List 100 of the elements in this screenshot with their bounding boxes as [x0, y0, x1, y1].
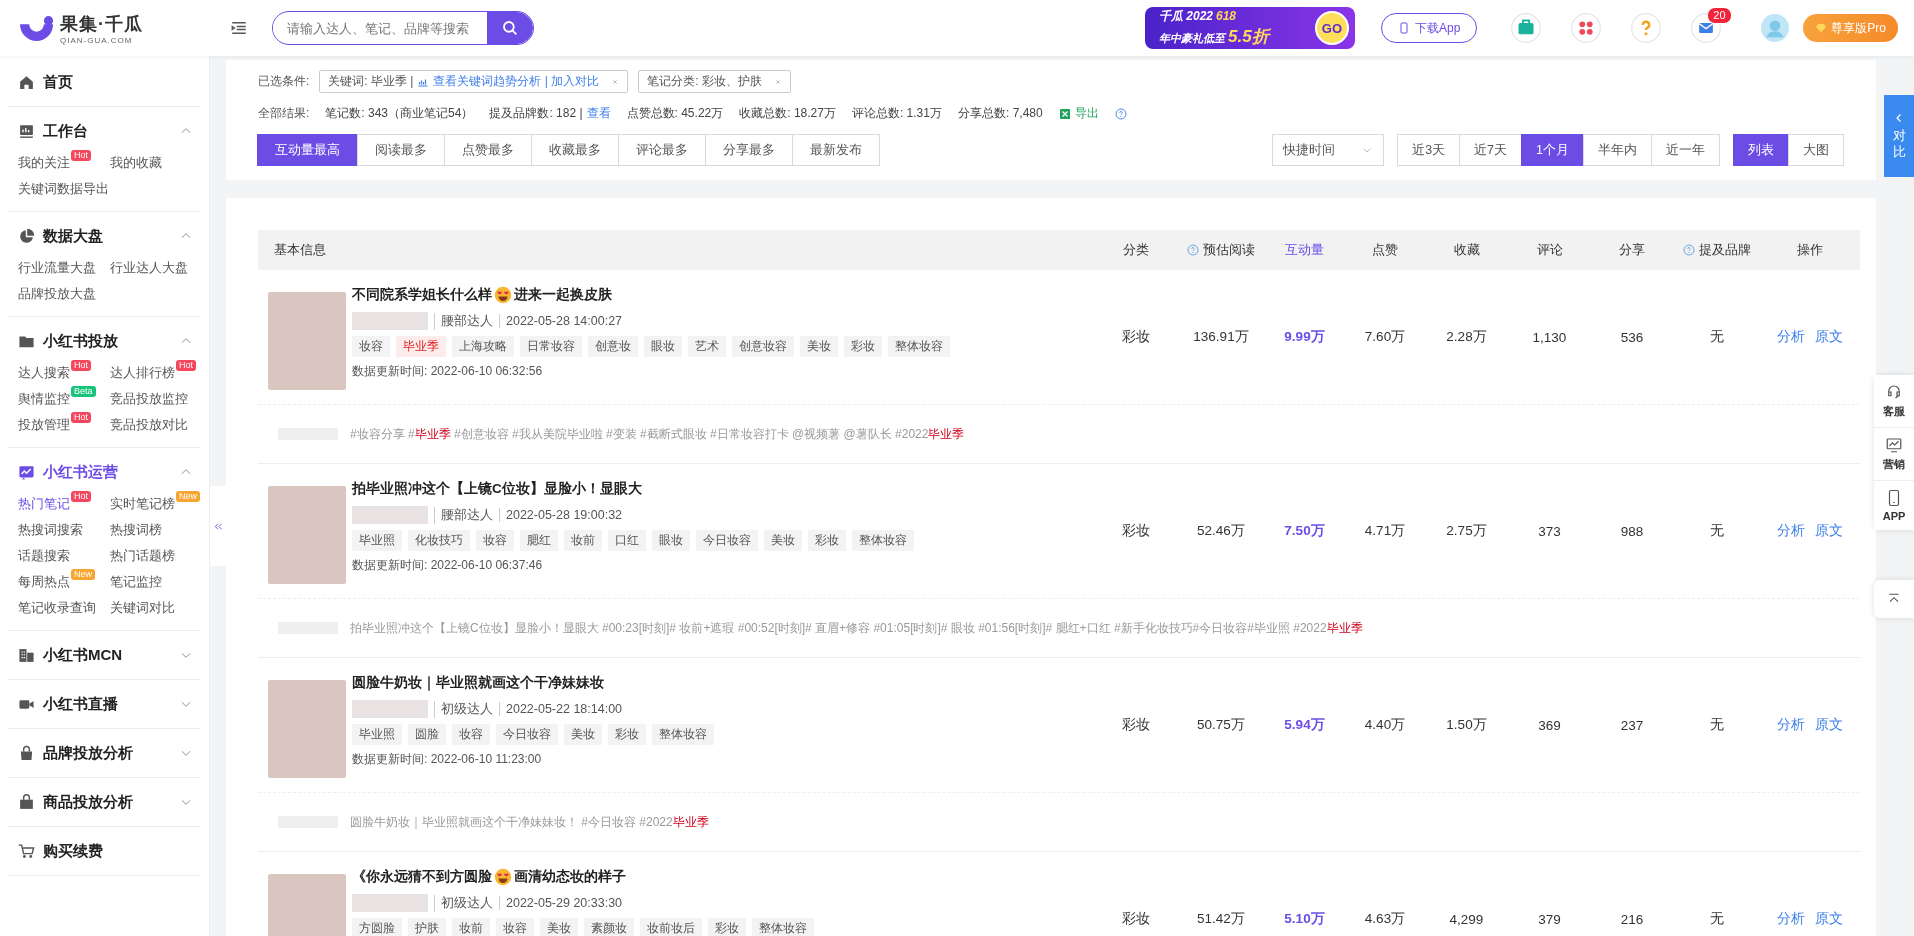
avatar-icon[interactable]: [1761, 14, 1790, 42]
briefcase-icon[interactable]: [1511, 13, 1542, 43]
sidebar-link[interactable]: 每周热点: [18, 572, 70, 592]
column-header[interactable]: 收藏: [1453, 241, 1480, 259]
table-cell-text: 536: [1619, 329, 1645, 345]
sidebar-section[interactable]: 品牌投放分析: [8, 741, 201, 765]
sidebar-section[interactable]: 商品投放分析: [8, 790, 201, 814]
sidebar-section[interactable]: 首页: [8, 70, 201, 94]
filter-tab[interactable]: 近3天: [1397, 134, 1461, 166]
column-header[interactable]: 分类: [1122, 241, 1149, 259]
action-link[interactable]: 分析: [1777, 522, 1805, 540]
column-header[interactable]: 预估阅读: [1203, 241, 1255, 259]
sidebar-link[interactable]: 竞品投放对比: [110, 415, 188, 435]
sidebar-section[interactable]: 小红书投放: [8, 329, 201, 353]
sidebar-link[interactable]: 热搜词搜索: [18, 520, 83, 540]
column-header[interactable]: 提及品牌: [1698, 241, 1751, 259]
tag-label: 妆前妆后: [640, 918, 702, 936]
close-icon[interactable]: [773, 77, 782, 86]
filter-tab[interactable]: 点赞最多: [444, 134, 532, 166]
table-cell-text: 216: [1619, 911, 1645, 927]
action-link[interactable]: 原文: [1815, 522, 1843, 540]
filter-tab[interactable]: 分享最多: [705, 134, 793, 166]
sidebar-section[interactable]: 购买续费: [8, 839, 201, 863]
promo-title: 千瓜 2022: [1158, 9, 1213, 23]
sidebar-section[interactable]: 小红书直播: [8, 692, 201, 716]
sidebar-link[interactable]: 笔记收录查询: [18, 598, 96, 618]
sidebar-link[interactable]: 舆情监控: [18, 389, 70, 409]
filter-tab[interactable]: 1个月: [1521, 134, 1584, 166]
search-button[interactable]: [487, 12, 533, 44]
column-header[interactable]: 操作: [1797, 241, 1823, 259]
table-cell-text: 4,299: [1448, 911, 1485, 927]
tag-label: 彩妆: [844, 336, 882, 357]
close-icon[interactable]: [611, 77, 620, 86]
sidebar-section[interactable]: 工作台: [8, 119, 201, 143]
download-app-button[interactable]: 下载App: [1380, 13, 1478, 43]
chip-text: 笔记分类: 彩妆、护肤: [647, 73, 762, 90]
double-chevron-left-icon: [212, 520, 224, 532]
go-button[interactable]: GO: [1314, 11, 1349, 45]
column-header[interactable]: 评论: [1536, 241, 1563, 259]
sidebar-section[interactable]: 数据大盘: [8, 224, 201, 248]
sidebar-link[interactable]: 话题搜索: [18, 546, 70, 566]
filter-tab[interactable]: 收藏最多: [531, 134, 619, 166]
menu-toggle-icon[interactable]: [230, 19, 248, 37]
note-title[interactable]: 进来一起换皮肤: [514, 286, 612, 304]
filter-tab[interactable]: 近一年: [1651, 134, 1720, 166]
side-tool-button[interactable]: 营销: [1874, 428, 1914, 481]
sidebar-link[interactable]: 行业流量大盘: [18, 258, 96, 278]
sidebar-link[interactable]: 品牌投放大盘: [18, 284, 96, 304]
filter-tab[interactable]: 互动量最高: [257, 134, 358, 166]
apps-icon[interactable]: [1571, 13, 1602, 43]
action-link[interactable]: 原文: [1815, 716, 1843, 734]
sidebar-link[interactable]: 关键词对比: [110, 598, 175, 618]
sidebar-link[interactable]: 实时笔记榜: [110, 494, 175, 514]
sidebar-link[interactable]: 达人排行榜: [110, 363, 175, 383]
sidebar-section[interactable]: 小红书运营: [8, 460, 201, 484]
filter-tab[interactable]: 评论最多: [618, 134, 706, 166]
note-title[interactable]: 不同院系学姐长什么样: [352, 286, 492, 304]
sidebar-link[interactable]: 热门话题榜: [110, 546, 175, 566]
note-title[interactable]: 《你永远猜不到方圆脸: [352, 868, 492, 886]
action-link[interactable]: 原文: [1815, 328, 1843, 346]
sidebar-link[interactable]: 我的关注: [18, 153, 70, 173]
back-to-top-button[interactable]: [1874, 580, 1914, 618]
help-icon[interactable]: [1631, 13, 1662, 43]
sidebar-link[interactable]: 行业达人大盘: [110, 258, 188, 278]
note-title[interactable]: 画清幼态妆的样子: [514, 868, 626, 886]
sidebar-link[interactable]: 竞品投放监控: [110, 389, 188, 409]
sidebar-link[interactable]: 热门笔记: [18, 494, 70, 514]
filter-tab[interactable]: 大图: [1788, 134, 1844, 166]
search-bar[interactable]: 请输入达人、笔记、品牌等搜索: [272, 11, 534, 45]
filter-tab[interactable]: 阅读最多: [357, 134, 445, 166]
side-tool-button[interactable]: 客服: [1874, 375, 1914, 428]
sidebar-link[interactable]: 达人搜索: [18, 363, 70, 383]
sidebar-link[interactable]: 笔记监控: [110, 572, 162, 592]
filter-tab[interactable]: 最新发布: [792, 134, 880, 166]
collapse-sidebar-button[interactable]: [210, 486, 226, 566]
section-icon: [18, 463, 35, 481]
filter-tab[interactable]: 近7天: [1459, 134, 1523, 166]
column-header[interactable]: 互动量: [1285, 241, 1324, 259]
sidebar-link[interactable]: 热搜词榜: [110, 520, 162, 540]
note-title[interactable]: 圆脸牛奶妆｜毕业照就画这个干净妹妹妆: [352, 674, 604, 692]
tag-label: 圆脸: [408, 724, 446, 745]
column-header[interactable]: 分享: [1619, 241, 1645, 259]
action-link[interactable]: 分析: [1777, 716, 1805, 734]
sidebar-section[interactable]: 小红书MCN: [8, 643, 201, 667]
action-link[interactable]: 原文: [1815, 910, 1843, 928]
column-header[interactable]: 点赞: [1372, 241, 1398, 259]
sidebar-link[interactable]: 关键词数据导出: [18, 179, 109, 199]
time-dropdown[interactable]: 快捷时间: [1272, 134, 1385, 166]
filter-tab[interactable]: 半年内: [1583, 134, 1652, 166]
action-link[interactable]: 分析: [1777, 328, 1805, 346]
headset-icon: [1885, 383, 1903, 401]
sidebar-link[interactable]: 我的收藏: [110, 153, 162, 173]
sidebar-link[interactable]: 投放管理: [18, 415, 70, 435]
view-link[interactable]: 查看: [586, 105, 611, 122]
note-title[interactable]: 拍毕业照冲这个【上镜C位妆】显脸小！显眼大: [352, 480, 642, 498]
trend-link[interactable]: 查看关键词趋势分析 | 加入对比: [433, 73, 600, 90]
side-tool-button[interactable]: APP: [1874, 481, 1914, 530]
column-header[interactable]: 基本信息: [274, 241, 326, 259]
filter-tab[interactable]: 列表: [1733, 134, 1789, 166]
action-link[interactable]: 分析: [1777, 910, 1805, 928]
